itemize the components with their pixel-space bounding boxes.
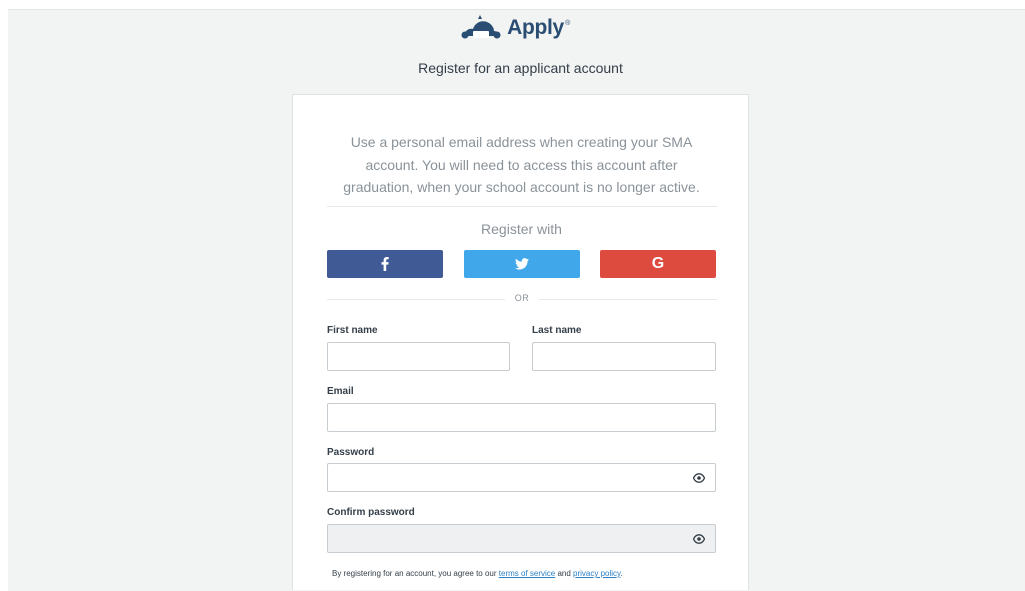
google-icon: G <box>651 255 665 272</box>
twitter-icon <box>515 258 529 270</box>
first-name-field[interactable] <box>327 342 510 371</box>
password-field[interactable] <box>327 463 716 492</box>
registration-card: Use a personal email address when creati… <box>292 94 749 590</box>
twitter-button[interactable] <box>464 250 580 278</box>
eye-icon[interactable] <box>693 473 705 483</box>
or-line-right <box>539 299 717 300</box>
eye-icon[interactable] <box>693 534 705 544</box>
divider <box>327 206 717 207</box>
brand-header: Apply ® <box>0 14 1025 42</box>
last-name-label: Last name <box>532 325 582 336</box>
last-name-field[interactable] <box>532 342 716 371</box>
last-name-input[interactable] <box>533 343 715 370</box>
google-button[interactable]: G <box>600 250 716 278</box>
intro-text: Use a personal email address when creati… <box>343 134 700 195</box>
email-field[interactable] <box>327 403 716 432</box>
first-name-input[interactable] <box>328 343 509 370</box>
terms-of-service-link[interactable]: terms of service <box>499 569 555 578</box>
facebook-icon <box>381 257 389 271</box>
confirm-password-label: Confirm password <box>327 507 415 518</box>
or-separator: OR <box>327 293 717 305</box>
confirm-password-input[interactable] <box>328 525 715 552</box>
confirm-password-field[interactable] <box>327 524 716 553</box>
brand-name: Apply ® <box>507 16 570 39</box>
page-subtitle: Register for an applicant account <box>418 60 623 76</box>
terms-text: By registering for an account, you agree… <box>332 569 623 578</box>
logo-icon <box>461 15 501 39</box>
password-input[interactable] <box>328 464 715 491</box>
email-label: Email <box>327 386 354 397</box>
or-text: OR <box>514 293 530 303</box>
facebook-button[interactable] <box>327 250 443 278</box>
register-with-heading: Register with <box>481 221 562 237</box>
first-name-label: First name <box>327 325 378 336</box>
email-input[interactable] <box>328 404 715 431</box>
password-label: Password <box>327 447 375 458</box>
privacy-policy-link[interactable]: privacy policy <box>573 569 620 578</box>
